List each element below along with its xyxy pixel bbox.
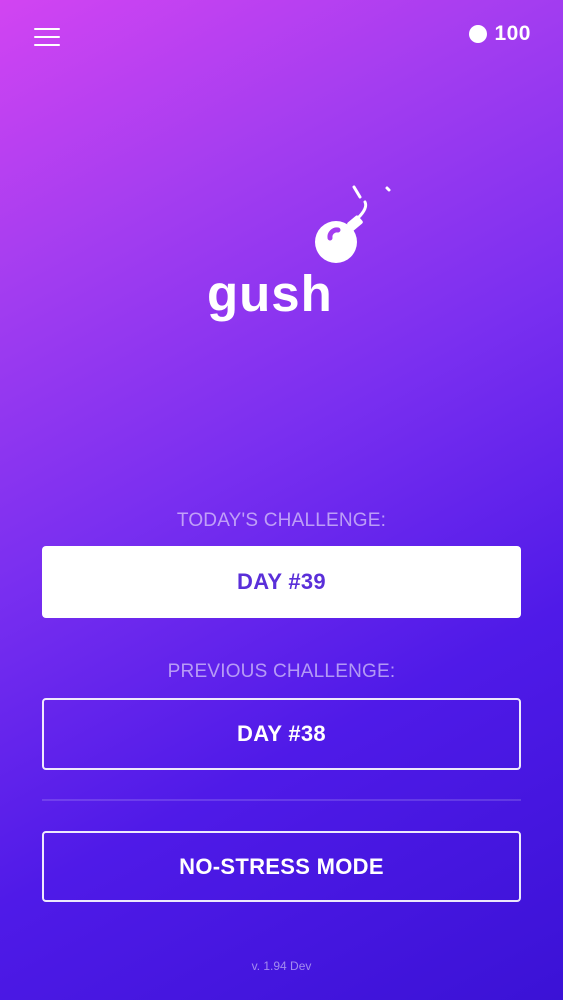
bomb-icon	[315, 185, 391, 263]
todays-challenge-label: TODAY'S CHALLENGE:	[176, 510, 387, 531]
todays-challenge-button[interactable]: DAY #39	[42, 546, 521, 618]
app-logo: gush	[0, 0, 563, 340]
home-screen: 100 gush TODAY'S CHALLENGE: DAY #39 PREV…	[0, 0, 563, 1000]
previous-challenge-button[interactable]: DAY #38	[42, 698, 521, 770]
previous-challenge-label: PREVIOUS CHALLENGE:	[167, 661, 396, 682]
divider	[42, 799, 521, 801]
version-label: v. 1.94 Dev	[251, 959, 312, 973]
no-stress-mode-button[interactable]: NO-STRESS MODE	[42, 831, 521, 902]
